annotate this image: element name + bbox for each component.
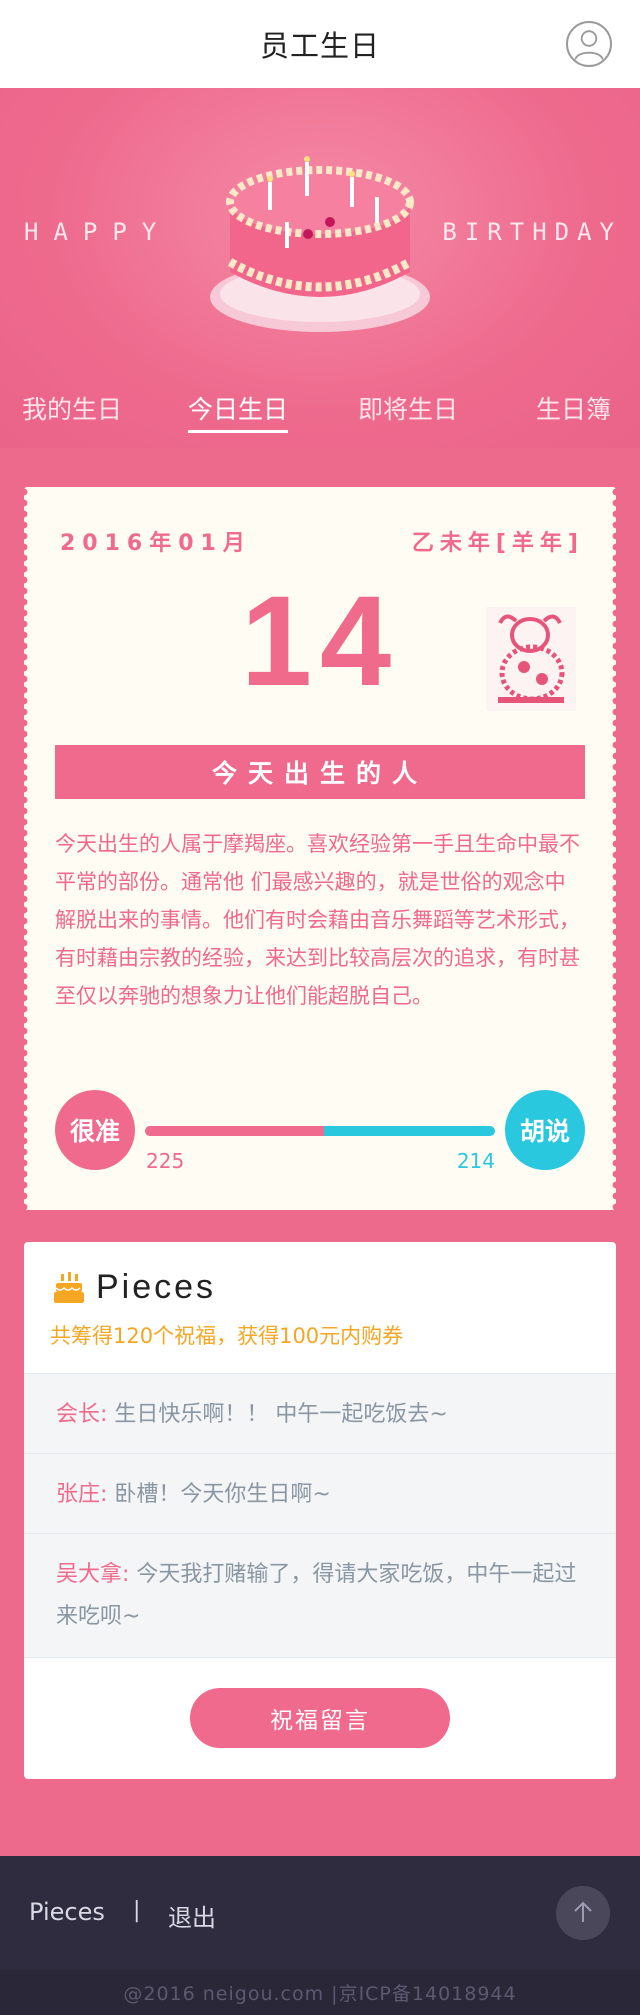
message-author: 吴大拿:	[56, 1562, 130, 1587]
vote-accurate-button[interactable]: 很准	[55, 1090, 135, 1170]
birthday-cake-image	[210, 156, 430, 332]
tab-bar: 我的生日 今日生日 即将生日 生日簿	[0, 390, 640, 440]
vote-ratio-bar	[145, 1126, 495, 1136]
tab-my-birthday[interactable]: 我的生日	[22, 390, 122, 426]
copyright-text: @2016 neigou.com |京ICP备14018944	[0, 1970, 640, 2015]
pieces-card: Pieces 共筹得120个祝福，获得100元内购券 会长: 生日快乐啊！！ 中…	[24, 1242, 616, 1779]
born-today-banner: 今天出生的人	[55, 745, 585, 799]
message-text: 今天我打赌输了，得请大家吃饭，中午一起过来吃呗~	[56, 1562, 577, 1629]
pieces-summary: 共筹得120个祝福，获得100元内购券	[50, 1324, 404, 1348]
tab-upcoming-birthday[interactable]: 即将生日	[358, 390, 458, 426]
page-title: 员工生日	[259, 29, 380, 63]
list-item: 会长: 生日快乐啊！！ 中午一起吃饭去~	[24, 1373, 616, 1453]
horoscope-description: 今天出生的人属于摩羯座。喜欢经验第一手且生命中最不平常的部份。通常他 们最感兴趣…	[55, 832, 580, 1008]
vote-accurate-count: 225	[146, 1149, 185, 1173]
hero-happy-text: HAPPY	[24, 218, 172, 246]
footer-separator: |	[133, 1898, 141, 1923]
lunar-year: 乙未年[羊年]	[411, 531, 584, 556]
vote-nonsense-button[interactable]: 胡说	[505, 1090, 585, 1170]
leave-wishes-button[interactable]: 祝福留言	[190, 1688, 450, 1748]
goat-papercut-icon	[486, 607, 576, 711]
calendar-month: 2016年01月	[60, 531, 252, 556]
logout-link[interactable]: 退出	[168, 1898, 216, 1933]
hero-birthday-text: BIRTHDAY	[442, 218, 622, 246]
footer: Pieces | 退出	[0, 1856, 640, 1970]
tab-birthday-book[interactable]: 生日簿	[536, 390, 611, 426]
pieces-header: Pieces 共筹得120个祝福，获得100元内购券	[24, 1242, 616, 1373]
vote-accurate-fill	[145, 1126, 325, 1136]
message-author: 张庄:	[56, 1482, 108, 1507]
list-divider	[24, 1657, 616, 1658]
back-to-top-button[interactable]	[556, 1886, 610, 1940]
top-bar: 员工生日	[0, 0, 640, 88]
footer-pieces-link[interactable]: Pieces	[29, 1898, 105, 1926]
user-icon[interactable]	[566, 21, 612, 67]
message-list: 会长: 生日快乐啊！！ 中午一起吃饭去~ 张庄: 卧槽！今天你生日啊~ 吴大拿:…	[24, 1373, 616, 1658]
tab-today-birthday[interactable]: 今日生日	[188, 390, 289, 433]
pieces-title: Pieces	[96, 1268, 217, 1306]
message-author: 会长:	[56, 1402, 108, 1427]
list-item: 张庄: 卧槽！今天你生日啊~	[24, 1453, 616, 1533]
list-item: 吴大拿: 今天我打赌输了，得请大家吃饭，中午一起过来吃呗~	[24, 1533, 616, 1657]
message-text: 卧槽！今天你生日啊~	[114, 1482, 331, 1507]
vote-nonsense-count: 214	[456, 1149, 495, 1173]
cake-icon	[54, 1272, 84, 1303]
arrow-up-icon	[574, 1901, 592, 1922]
user-silhouette	[574, 30, 604, 60]
calendar-card: 2016年01月 乙未年[羊年] 14 今天出生的人 今天出生的人属于摩羯座。喜…	[20, 487, 620, 1210]
message-text: 生日快乐啊！！ 中午一起吃饭去~	[114, 1402, 448, 1427]
